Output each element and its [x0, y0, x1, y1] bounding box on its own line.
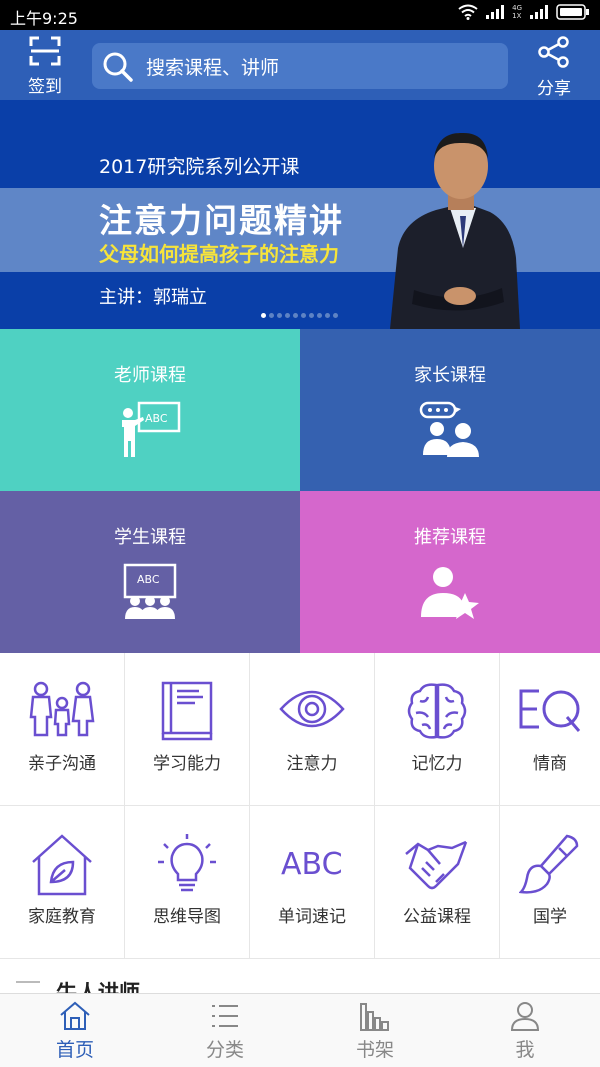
topic-chinese-classics[interactable]: 国学 [500, 806, 600, 959]
search-placeholder: 搜索课程、讲师 [146, 57, 280, 79]
banner-title: 注意力问题精讲 [99, 201, 344, 240]
carousel-dot[interactable] [293, 313, 298, 318]
carousel-dot[interactable] [277, 313, 282, 318]
carousel-indicator[interactable] [261, 313, 338, 318]
search-icon [103, 52, 133, 82]
nav-label: 首页 [55, 1039, 94, 1061]
category-label: 学生课程 [114, 527, 186, 548]
topic-charity-courses[interactable]: 公益课程 [375, 806, 500, 959]
person-star-icon [421, 567, 479, 619]
carousel-dot[interactable] [333, 313, 338, 318]
network-type: 4G 1X [512, 4, 522, 20]
signal-icon-secondary [530, 5, 548, 19]
scan-frame-icon [29, 36, 61, 66]
topic-label: 单词速记 [278, 907, 346, 927]
carousel-dot[interactable] [269, 313, 274, 318]
status-bar: 上午9:25 4G 1X [0, 0, 600, 30]
nav-label: 我 [515, 1039, 535, 1061]
family-icon [29, 681, 95, 737]
status-time: 上午9:25 [10, 9, 78, 28]
section-marker-icon [16, 981, 40, 993]
students-board-icon: ABC [123, 563, 177, 619]
topic-label: 国学 [533, 907, 567, 927]
wifi-icon [458, 4, 478, 20]
category-label: 家长课程 [414, 365, 486, 386]
teacher-section-header: 牛人讲师 [0, 959, 600, 995]
topic-label: 学习能力 [153, 754, 221, 774]
banner-subtitle: 父母如何提高孩子的注意力 [99, 242, 339, 266]
carousel-dot[interactable] [301, 313, 306, 318]
signin-button[interactable]: 签到 [13, 36, 77, 97]
topic-family-education[interactable]: 家庭教育 [0, 806, 125, 959]
promo-banner[interactable]: 2017研究院系列公开课 注意力问题精讲 父母如何提高孩子的注意力 主讲：郭瑞立 [0, 100, 600, 329]
eye-icon [279, 690, 345, 728]
lightbulb-icon [158, 834, 216, 892]
signin-label: 签到 [28, 77, 62, 97]
topic-grid: 亲子沟通 学习能力 注意力 记忆力 情商 家庭教育 思维导图 ABC 单词速记 … [0, 653, 600, 959]
brush-icon [519, 834, 579, 894]
topic-word-memorization[interactable]: ABC 单词速记 [250, 806, 375, 959]
topic-label: 注意力 [286, 754, 338, 774]
topic-label: 家庭教育 [28, 907, 96, 927]
share-icon [538, 36, 569, 68]
topic-label: 思维导图 [153, 907, 221, 927]
carousel-dot[interactable] [285, 313, 290, 318]
signal-icon [486, 5, 505, 19]
carousel-dot[interactable] [309, 313, 314, 318]
carousel-dot[interactable] [317, 313, 322, 318]
category-parent-courses[interactable]: 家长课程 [300, 329, 600, 491]
nav-me[interactable]: 我 [475, 1000, 575, 1064]
topic-label: 公益课程 [403, 907, 471, 927]
battery-icon [556, 4, 589, 20]
banner-speaker: 主讲：郭瑞立 [99, 287, 207, 308]
topic-attention[interactable]: 注意力 [250, 653, 375, 806]
category-recommended-courses[interactable]: 推荐课程 [300, 491, 600, 653]
search-bar[interactable]: 搜索课程、讲师 [92, 43, 508, 89]
svg-text:ABC: ABC [137, 573, 160, 586]
share-button[interactable]: 分享 [522, 36, 586, 99]
list-icon [212, 1005, 238, 1027]
category-label: 老师课程 [114, 365, 186, 386]
topic-mind-map[interactable]: 思维导图 [125, 806, 250, 959]
category-student-courses[interactable]: 学生课程 ABC [0, 491, 300, 653]
book-icon [161, 681, 213, 741]
svg-text:ABC: ABC [145, 412, 168, 425]
topic-label: 记忆力 [411, 754, 463, 774]
topic-label: 情商 [533, 754, 567, 774]
user-icon [510, 1002, 540, 1031]
share-label: 分享 [537, 79, 571, 99]
bookshelf-icon [360, 1003, 389, 1031]
handshake-icon [405, 840, 468, 890]
speaker-photo [390, 132, 520, 329]
nav-category[interactable]: 分类 [175, 1000, 275, 1064]
category-label: 推荐课程 [414, 527, 486, 548]
category-teacher-courses[interactable]: 老师课程 ABC [0, 329, 300, 491]
svg-text:ABC: ABC [281, 847, 343, 882]
app-header: 签到 搜索课程、讲师 分享 [0, 30, 600, 100]
teacher-board-icon: ABC [122, 401, 181, 457]
nav-label: 书架 [355, 1039, 394, 1061]
parents-chat-icon [419, 401, 479, 457]
house-leaf-icon [32, 834, 92, 896]
eq-icon [519, 689, 581, 732]
carousel-dot[interactable] [325, 313, 330, 318]
bottom-nav: 首页 分类 书架 我 [0, 993, 600, 1067]
brain-icon [407, 683, 467, 739]
topic-eq[interactable]: 情商 [500, 653, 600, 806]
topic-memory[interactable]: 记忆力 [375, 653, 500, 806]
topic-parent-child-communication[interactable]: 亲子沟通 [0, 653, 125, 806]
topic-label: 亲子沟通 [28, 754, 96, 774]
nav-label: 分类 [205, 1039, 244, 1061]
carousel-dot[interactable] [261, 313, 266, 318]
topic-learning-ability[interactable]: 学习能力 [125, 653, 250, 806]
nav-bookshelf[interactable]: 书架 [325, 1000, 425, 1064]
banner-series: 2017研究院系列公开课 [99, 156, 300, 178]
home-icon [60, 1001, 90, 1030]
abc-icon: ABC [281, 847, 343, 882]
nav-home[interactable]: 首页 [25, 1000, 125, 1064]
